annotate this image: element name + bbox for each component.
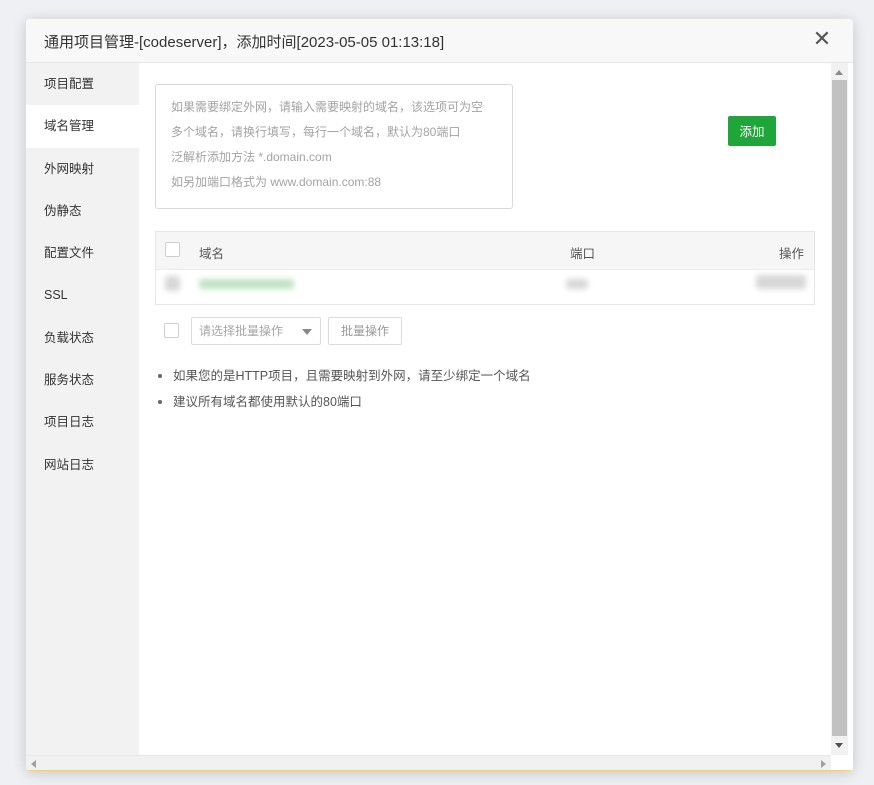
sidebar-nav: 项目配置 域名管理 外网映射 伪静态 配置文件 SSL 负载状态 服务状态 项目… <box>26 63 139 755</box>
scroll-up-icon[interactable] <box>835 70 843 75</box>
column-header-port: 端口 <box>570 247 596 261</box>
row-checkbox-redacted[interactable] <box>165 276 180 291</box>
scrollbar-thumb[interactable] <box>832 80 847 736</box>
tip-item: 建议所有域名都使用默认的80端口 <box>156 391 531 417</box>
close-icon[interactable]: ✕ <box>811 28 833 50</box>
port-value-redacted <box>566 279 588 289</box>
table-row <box>156 269 814 305</box>
column-header-domain: 域名 <box>199 247 225 261</box>
help-tips: 如果您的是HTTP项目，且需要映射到外网，请至少绑定一个域名 建议所有域名都使用… <box>156 365 531 417</box>
column-header-action: 操作 <box>778 247 804 261</box>
add-domain-button[interactable]: 添加 <box>728 116 776 146</box>
chevron-down-icon <box>302 329 312 335</box>
horizontal-scrollbar[interactable] <box>26 755 831 771</box>
sidebar-item-service-status[interactable]: 服务状态 <box>26 359 139 401</box>
dialog-title: 通用项目管理-[codeserver]，添加时间[2023-05-05 01:1… <box>44 34 445 51</box>
sidebar-item-site-log[interactable]: 网站日志 <box>26 444 139 486</box>
scroll-down-icon[interactable] <box>835 743 843 748</box>
tip-item: 如果您的是HTTP项目，且需要映射到外网，请至少绑定一个域名 <box>156 365 531 391</box>
batch-select-placeholder: 请选择批量操作 <box>199 324 284 338</box>
placeholder-line: 多个域名，请换行填写，每行一个域名，默认为80端口 <box>171 125 461 139</box>
scroll-left-icon[interactable] <box>31 760 36 768</box>
sidebar-item-project-log[interactable]: 项目日志 <box>26 401 139 443</box>
sidebar-item-load-status[interactable]: 负载状态 <box>26 317 139 359</box>
sidebar-item-rewrite[interactable]: 伪静态 <box>26 190 139 232</box>
select-all-checkbox[interactable] <box>165 242 180 257</box>
dialog-titlebar: 通用项目管理-[codeserver]，添加时间[2023-05-05 01:1… <box>26 19 853 63</box>
scroll-right-icon[interactable] <box>821 760 826 768</box>
vertical-scrollbar[interactable] <box>831 63 848 755</box>
table-header: 域名 端口 操作 <box>156 232 814 270</box>
sidebar-item-external-mapping[interactable]: 外网映射 <box>26 148 139 190</box>
batch-action-select[interactable]: 请选择批量操作 <box>191 317 321 345</box>
domain-table: 域名 端口 操作 <box>155 231 815 305</box>
sidebar-item-domain-manage[interactable]: 域名管理 <box>26 105 139 148</box>
sidebar-item-project-config[interactable]: 项目配置 <box>26 63 139 105</box>
placeholder-line: 泛解析添加方法 *.domain.com <box>171 150 332 164</box>
placeholder-line: 如另加端口格式为 www.domain.com:88 <box>171 175 382 189</box>
batch-action-button[interactable]: 批量操作 <box>328 317 402 345</box>
sidebar-item-config-file[interactable]: 配置文件 <box>26 232 139 274</box>
domain-textarea[interactable]: 如果需要绑定外网，请输入需要映射的域名，该选项可为空 多个域名，请换行填写，每行… <box>155 84 513 209</box>
dialog-bottom-border <box>26 770 853 771</box>
batch-action-bar: 请选择批量操作 批量操作 <box>155 317 555 347</box>
placeholder-line: 如果需要绑定外网，请输入需要映射的域名，该选项可为空 <box>171 100 484 114</box>
project-manage-dialog: 通用项目管理-[codeserver]，添加时间[2023-05-05 01:1… <box>26 19 853 771</box>
row-action-redacted[interactable] <box>756 275 806 289</box>
domain-manage-panel: 如果需要绑定外网，请输入需要映射的域名，该选项可为空 多个域名，请换行填写，每行… <box>139 63 831 755</box>
batch-checkbox[interactable] <box>164 323 179 338</box>
domain-value-redacted <box>199 279 294 289</box>
sidebar-item-ssl[interactable]: SSL <box>26 274 139 316</box>
